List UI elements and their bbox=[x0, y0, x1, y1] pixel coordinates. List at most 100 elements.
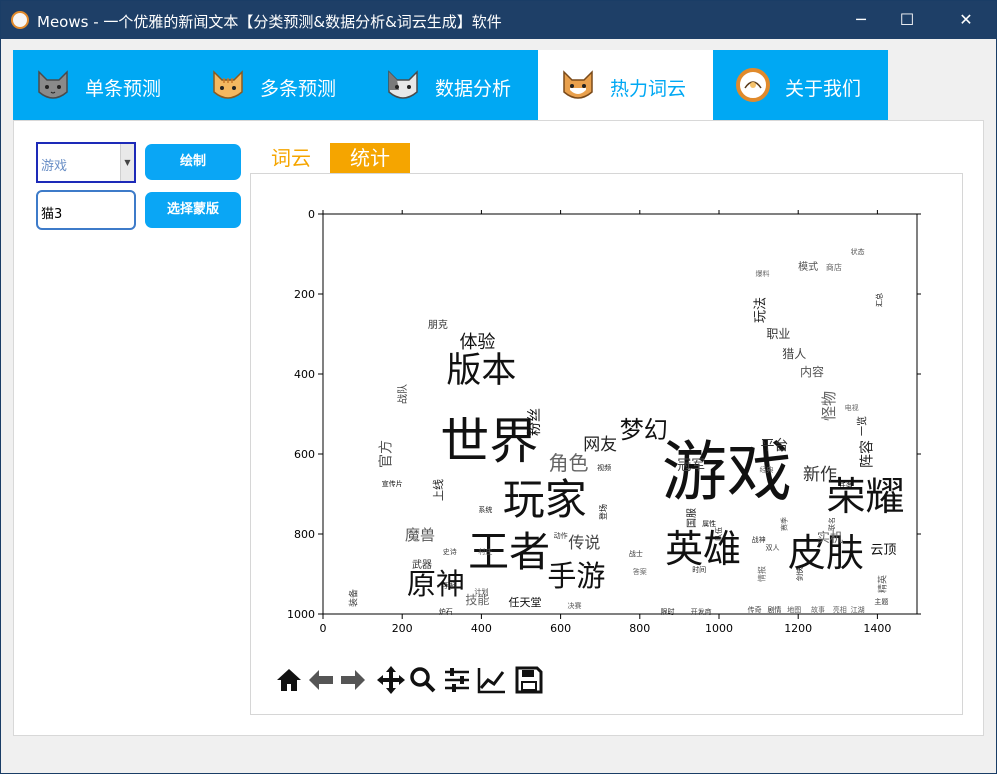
word-cloud-word: 粉丝 bbox=[527, 408, 543, 436]
word-cloud-word: 宣传片 bbox=[382, 479, 403, 488]
word-cloud-word: 商店 bbox=[826, 262, 842, 272]
y-tick-label: 0 bbox=[308, 208, 315, 221]
x-tick-label: 800 bbox=[629, 622, 650, 635]
calico-cat-icon bbox=[388, 70, 418, 99]
save-icon[interactable] bbox=[513, 662, 545, 698]
word-cloud-word: 传说 bbox=[568, 533, 600, 552]
select-mask-button[interactable]: 选择蒙版 bbox=[145, 192, 241, 228]
app-cat-icon bbox=[11, 11, 29, 29]
word-cloud-word: 内容 bbox=[800, 364, 824, 379]
word-cloud-word: 属性 bbox=[702, 519, 716, 528]
tab-single-predict[interactable]: 单条预测 bbox=[13, 50, 188, 120]
x-tick-label: 400 bbox=[471, 622, 492, 635]
close-button[interactable]: ✕ bbox=[943, 1, 989, 39]
word-cloud-word: 战士 bbox=[629, 549, 643, 558]
word-cloud-word: 视频 bbox=[597, 463, 611, 472]
orange-cat-icon bbox=[213, 70, 243, 99]
tab-word-cloud[interactable]: 热力词云 bbox=[538, 50, 713, 120]
word-cloud-word: 怪物 bbox=[820, 391, 838, 421]
app-window: Meows - 一个优雅的新闻文本【分类预测&数据分析&词云生成】软件 ─ ☐ … bbox=[0, 0, 997, 774]
y-tick-label: 200 bbox=[294, 288, 315, 301]
word-cloud-word: 电视 bbox=[845, 403, 859, 412]
title-bar: Meows - 一个优雅的新闻文本【分类预测&数据分析&词云生成】软件 ─ ☐ … bbox=[1, 1, 996, 39]
word-cloud-word: 精英 bbox=[876, 575, 888, 593]
word-cloud-word: 官方 bbox=[378, 440, 394, 468]
word-cloud-word: 系统 bbox=[478, 505, 492, 514]
minimize-button[interactable]: ─ bbox=[838, 1, 884, 39]
word-cloud-word: 爆料 bbox=[756, 269, 770, 278]
word-cloud-word: 主题 bbox=[874, 597, 888, 606]
word-cloud-word: 任务 bbox=[839, 481, 853, 490]
tab-multi-predict[interactable]: 多条预测 bbox=[188, 50, 363, 120]
word-cloud-word: 史诗 bbox=[443, 547, 457, 556]
y-tick-label: 800 bbox=[294, 528, 315, 541]
draw-button[interactable]: 绘制 bbox=[145, 144, 241, 180]
pan-move-icon[interactable] bbox=[375, 662, 407, 698]
y-tick-label: 600 bbox=[294, 448, 315, 461]
word-cloud-word: 实机 bbox=[817, 531, 843, 546]
word-cloud-word: 一览 bbox=[856, 416, 869, 436]
tab-stats[interactable]: 统计 bbox=[330, 143, 410, 173]
word-cloud-word: 国服 bbox=[686, 508, 698, 528]
word-cloud-word: 赛季 bbox=[779, 517, 788, 531]
word-cloud-word: 版本 bbox=[446, 351, 516, 391]
word-cloud-word: 开发商 bbox=[691, 607, 712, 616]
word-cloud-panel: 游戏 ▼ 绘制 猫3 选择蒙版 词云 统计 0 200 400 600 800 1000 1… bbox=[13, 120, 984, 736]
home-icon[interactable] bbox=[273, 662, 305, 698]
tab-data-analysis[interactable]: 数据分析 bbox=[363, 50, 538, 120]
maximize-button[interactable]: ☐ bbox=[884, 1, 930, 39]
word-cloud-word: 阵容 bbox=[858, 440, 875, 468]
word-cloud-word: 平台 bbox=[760, 438, 788, 454]
word-cloud-word: 双人 bbox=[765, 544, 779, 552]
word-cloud-word: 登场 bbox=[598, 504, 608, 520]
word-cloud-word: 情报 bbox=[757, 566, 767, 582]
edit-axes-icon[interactable] bbox=[475, 662, 507, 698]
x-tick-label: 1200 bbox=[784, 622, 812, 635]
tab-about-us[interactable]: 关于我们 bbox=[713, 50, 888, 120]
word-cloud-word: 状态 bbox=[851, 247, 865, 256]
tab-label: 热力词云 bbox=[610, 78, 687, 100]
word-cloud-word: 网友 bbox=[583, 435, 617, 455]
word-cloud-word: 魔兽 bbox=[405, 526, 435, 544]
word-cloud-word: 计划 bbox=[474, 587, 488, 596]
tab-label: 数据分析 bbox=[435, 78, 512, 100]
word-cloud-word: 江湖 bbox=[851, 605, 865, 614]
tab-label: 关于我们 bbox=[785, 78, 862, 100]
forward-arrow-icon[interactable] bbox=[337, 662, 369, 698]
chevron-down-icon[interactable]: ▼ bbox=[120, 144, 134, 181]
x-tick-label: 0 bbox=[320, 622, 327, 635]
word-cloud-word: 剑侠 bbox=[795, 567, 804, 581]
subplots-config-icon[interactable] bbox=[441, 662, 473, 698]
word-cloud-word: 玩家 bbox=[503, 475, 587, 524]
back-arrow-icon[interactable] bbox=[305, 662, 337, 698]
word-cloud-word: 汇总 bbox=[874, 293, 883, 307]
x-tick-label: 200 bbox=[392, 622, 413, 635]
word-cloud-word: 决赛 bbox=[567, 601, 581, 610]
word-cloud-word: 冠军 bbox=[677, 458, 705, 474]
word-cloud-word: 答案 bbox=[633, 567, 647, 576]
mask-name-input[interactable]: 猫3 bbox=[36, 190, 136, 230]
word-cloud-word: 任天堂 bbox=[508, 596, 541, 609]
word-cloud-word: 世界 bbox=[440, 413, 538, 470]
tab-wordcloud[interactable]: 词云 bbox=[266, 143, 316, 173]
word-cloud-word: 炉石 bbox=[439, 607, 453, 616]
word-cloud-word: 限时 bbox=[661, 607, 675, 616]
word-cloud-figure: 0 200 400 600 800 1000 1200 1400 0 200 400 600 800 1… bbox=[287, 208, 921, 635]
word-cloud-word: 英雄 bbox=[665, 527, 741, 571]
word-cloud-word: 猎人 bbox=[782, 347, 806, 361]
zoom-icon[interactable] bbox=[407, 662, 439, 698]
word-cloud-word: 亮相 bbox=[833, 605, 847, 614]
word-cloud-word: 动作 bbox=[554, 531, 568, 540]
main-tab-bar: 单条预测 多条预测 数据分析 热力词云 关于我们 bbox=[13, 50, 888, 120]
x-tick-label: 600 bbox=[550, 622, 571, 635]
category-select[interactable]: 游戏 ▼ bbox=[36, 142, 136, 183]
y-tick-label: 1000 bbox=[287, 608, 315, 621]
shiba-dog-icon bbox=[563, 70, 593, 99]
word-cloud-word: 传奇 bbox=[748, 605, 762, 614]
tab-label: 单条预测 bbox=[85, 78, 162, 100]
word-cloud-word: 手柄 bbox=[443, 581, 457, 590]
word-cloud-word: 梦幻 bbox=[620, 416, 668, 444]
window-title: Meows - 一个优雅的新闻文本【分类预测&数据分析&词云生成】软件 bbox=[37, 13, 502, 31]
x-tick-label: 1400 bbox=[863, 622, 891, 635]
word-cloud-word: 时间 bbox=[692, 565, 706, 574]
